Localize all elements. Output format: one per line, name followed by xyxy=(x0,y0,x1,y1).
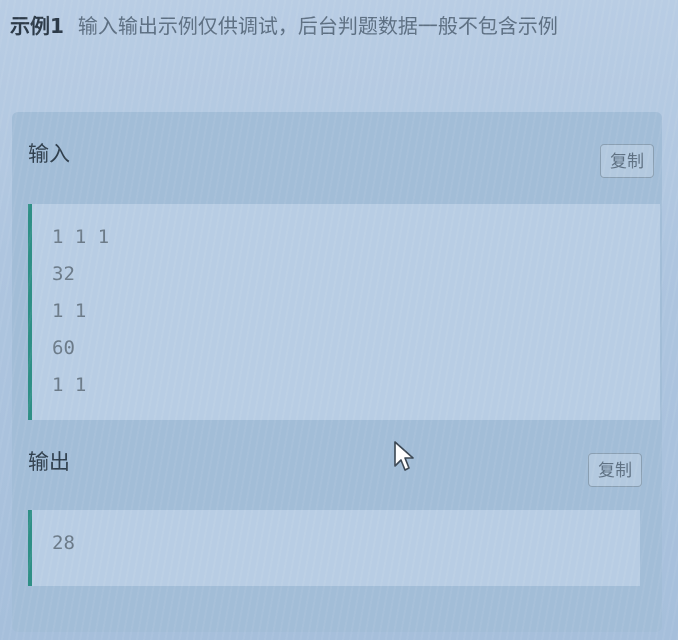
output-code-block: 28 xyxy=(28,510,640,586)
output-line: 28 xyxy=(52,532,75,554)
input-line: 1 1 xyxy=(52,300,87,322)
output-label: 输出 xyxy=(28,450,70,474)
input-code-block: 1 1 1 32 1 1 60 1 1 xyxy=(28,204,660,420)
input-line: 32 xyxy=(52,263,75,285)
example-note: 输入输出示例仅供调试，后台判题数据一般不包含示例 xyxy=(77,14,558,38)
mouse-pointer-icon xyxy=(394,441,414,471)
copy-output-button[interactable]: 复制 xyxy=(588,453,642,487)
example-title: 示例1 xyxy=(10,14,64,38)
example-header: 示例1 输入输出示例仅供调试，后台判题数据一般不包含示例 xyxy=(10,12,670,40)
input-line: 1 1 xyxy=(52,374,87,396)
input-label: 输入 xyxy=(28,142,70,166)
input-line: 1 1 1 xyxy=(52,226,110,248)
input-line: 60 xyxy=(52,337,75,359)
copy-input-button[interactable]: 复制 xyxy=(600,144,654,178)
example-panel: 示例1 输入输出示例仅供调试，后台判题数据一般不包含示例 输入 复制 1 1 1 … xyxy=(0,0,678,640)
